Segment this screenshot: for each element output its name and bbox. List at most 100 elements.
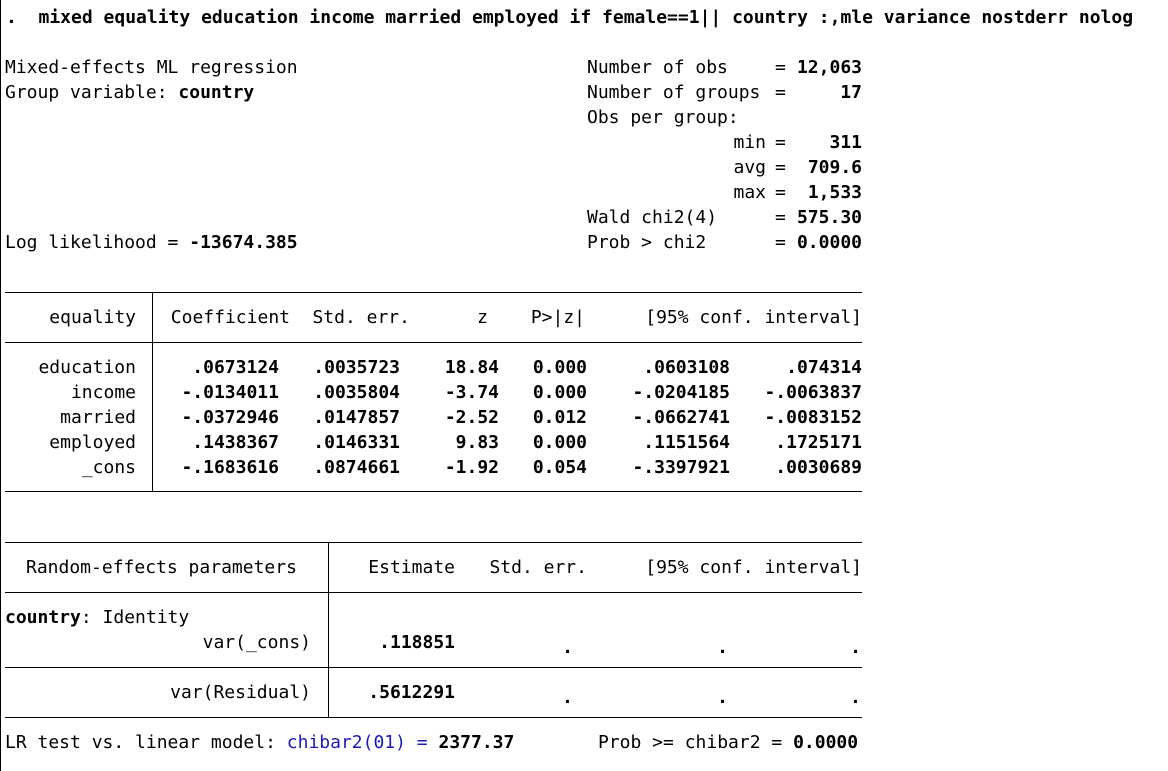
row-z: -1.92: [444, 457, 499, 478]
re-group-structure: : Identity: [80, 607, 190, 628]
re-row-ci-upper: .: [850, 637, 861, 658]
prob-chi2-label: Prob > chi2: [587, 232, 707, 253]
lr-test-line: LR test vs. linear model: chibar2(01) = …: [5, 730, 514, 755]
lr-test-prob-value: 0.0000: [793, 732, 859, 753]
table-column-divider: [152, 292, 153, 492]
row-ci-upper: .0030689: [775, 457, 862, 478]
row-ci-upper: .1725171: [775, 432, 862, 453]
row-coefficient: -.0372946: [181, 407, 279, 428]
log-likelihood-label: Log likelihood =: [5, 232, 190, 253]
row-coefficient: -.1683616: [181, 457, 279, 478]
row-variable: employed: [49, 432, 136, 453]
max-value: 1,533: [807, 182, 862, 203]
row-z: -3.74: [444, 382, 499, 403]
row-p: 0.012: [532, 407, 587, 428]
row-p: 0.054: [532, 457, 587, 478]
row-ci-lower: .1151564: [643, 432, 730, 453]
ngroups-label: Number of groups: [587, 82, 761, 103]
wald-eq: =: [775, 207, 786, 228]
row-std-err: .0035804: [313, 382, 400, 403]
row-z: 18.84: [444, 357, 499, 378]
row-variable: income: [70, 382, 136, 403]
obs-per-group-label: Obs per group:: [587, 107, 739, 128]
re-row-ci-upper: .: [850, 687, 861, 708]
re-row-label: var(Residual): [170, 682, 311, 703]
re-param-header: Random-effects parameters: [26, 557, 297, 578]
left-border: [0, 0, 1, 771]
re-group-line: country: Identity: [5, 605, 189, 630]
re-row-se: .: [562, 637, 573, 658]
z-header: z: [477, 307, 488, 328]
depvar-header: equality: [49, 307, 136, 328]
row-coefficient: -.0134011: [181, 382, 279, 403]
max-eq: =: [775, 182, 786, 203]
row-p: 0.000: [532, 382, 587, 403]
row-p: 0.000: [532, 432, 587, 453]
se-header: Std. err.: [312, 307, 410, 328]
re-rule-top: [5, 542, 862, 543]
row-std-err: .0035723: [313, 357, 400, 378]
table-rule-header: [5, 342, 862, 343]
p-header: P>|z|: [530, 307, 585, 328]
nobs-eq: =: [775, 57, 786, 78]
lr-test-prob-label: Prob >= chibar2 =: [598, 732, 783, 753]
row-coefficient: .1438367: [192, 432, 279, 453]
avg-label: avg: [733, 157, 766, 178]
group-variable-line: Group variable: country: [5, 80, 254, 105]
wald-label: Wald chi2(4): [587, 207, 718, 228]
lr-test-label: LR test vs. linear model:: [5, 732, 287, 753]
max-label: max: [733, 182, 766, 203]
re-row-se: .: [562, 687, 573, 708]
nobs-label: Number of obs: [587, 57, 728, 78]
avg-eq: =: [775, 157, 786, 178]
min-value: 311: [829, 132, 862, 153]
re-row-estimate: .5612291: [368, 682, 455, 703]
command-line[interactable]: . mixed equality education income marrie…: [6, 5, 1133, 30]
row-p: 0.000: [532, 357, 587, 378]
row-coefficient: .0673124: [192, 357, 279, 378]
re-row-estimate: .118851: [379, 632, 455, 653]
row-std-err: .0146331: [313, 432, 400, 453]
coef-header: Coefficient: [170, 307, 290, 328]
row-std-err: .0147857: [313, 407, 400, 428]
re-rule-bottom: [5, 717, 862, 718]
prob-chi2-value: 0.0000: [796, 232, 862, 253]
min-label: min: [733, 132, 766, 153]
re-row-label: var(_cons): [202, 632, 311, 653]
wald-value: 575.30: [796, 207, 862, 228]
row-ci-lower: -.3397921: [632, 457, 730, 478]
lr-test-stat-value: 2377.37: [438, 732, 515, 753]
row-ci-upper: -.0063837: [764, 382, 862, 403]
row-ci-upper: -.0083152: [764, 407, 862, 428]
re-group-name: country: [5, 607, 81, 628]
re-column-divider: [328, 542, 329, 718]
row-variable: _cons: [81, 457, 136, 478]
log-likelihood-value: -13674.385: [189, 232, 298, 253]
prob-chi2-eq: =: [775, 232, 786, 253]
re-se-header: Std. err.: [489, 557, 587, 578]
row-ci-upper: .074314: [786, 357, 862, 378]
re-ci-header: [95% conf. interval]: [645, 557, 862, 578]
min-eq: =: [775, 132, 786, 153]
log-likelihood: Log likelihood = -13674.385: [5, 230, 298, 255]
model-title: Mixed-effects ML regression: [5, 57, 298, 78]
row-z: 9.83: [455, 432, 499, 453]
row-variable: married: [60, 407, 136, 428]
avg-value: 709.6: [807, 157, 862, 178]
row-std-err: .0874661: [313, 457, 400, 478]
row-ci-lower: -.0662741: [632, 407, 730, 428]
table-rule-top: [5, 292, 862, 293]
table-rule-bottom: [5, 491, 862, 492]
group-variable-label: Group variable:: [5, 82, 179, 103]
re-row-ci-lower: .: [717, 637, 728, 658]
ngroups-eq: =: [775, 82, 786, 103]
re-rule-mid: [5, 667, 862, 668]
row-variable: education: [38, 357, 136, 378]
row-ci-lower: .0603108: [643, 357, 730, 378]
re-estimate-header: Estimate: [368, 557, 455, 578]
lr-test-stat-link[interactable]: chibar2(01) =: [287, 732, 428, 753]
group-variable-name: country: [178, 82, 255, 103]
re-row-ci-lower: .: [717, 687, 728, 708]
lr-test-prob: Prob >= chibar2 = 0.0000: [598, 730, 858, 755]
row-z: -2.52: [444, 407, 499, 428]
